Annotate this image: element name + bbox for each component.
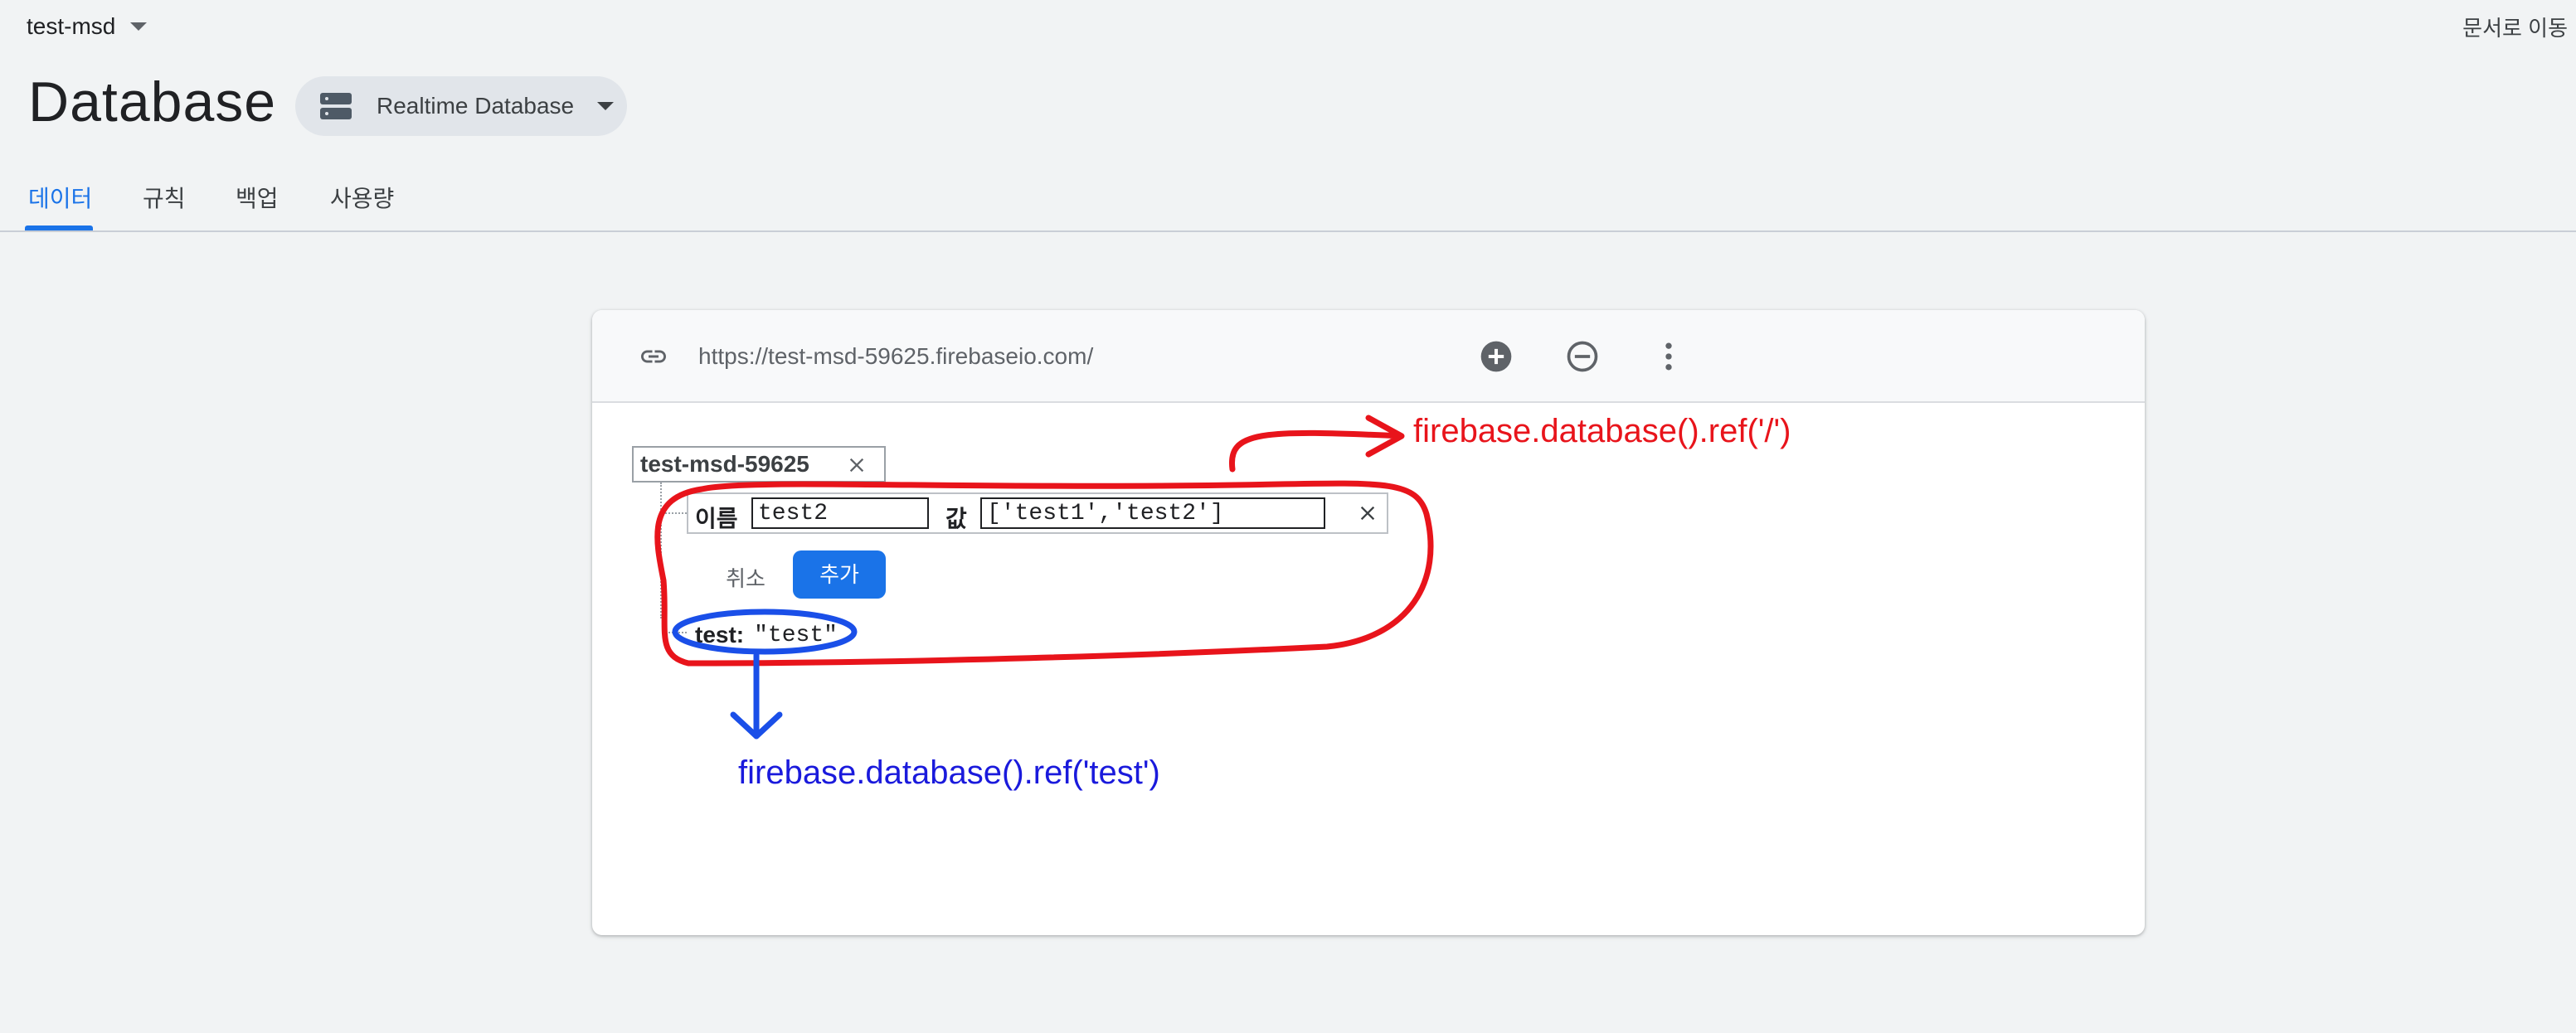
- annotation-overlay: [654, 415, 1434, 740]
- red-annotation-loop: [654, 480, 1434, 667]
- annotation-root-ref: firebase.database().ref('/'): [1413, 413, 1791, 449]
- blue-annotation-arrow: [730, 652, 783, 740]
- annotation-test-ref: firebase.database().ref('test'): [738, 754, 1160, 791]
- red-annotation-arrow: [1228, 415, 1405, 473]
- blue-annotation-circle: [672, 609, 858, 655]
